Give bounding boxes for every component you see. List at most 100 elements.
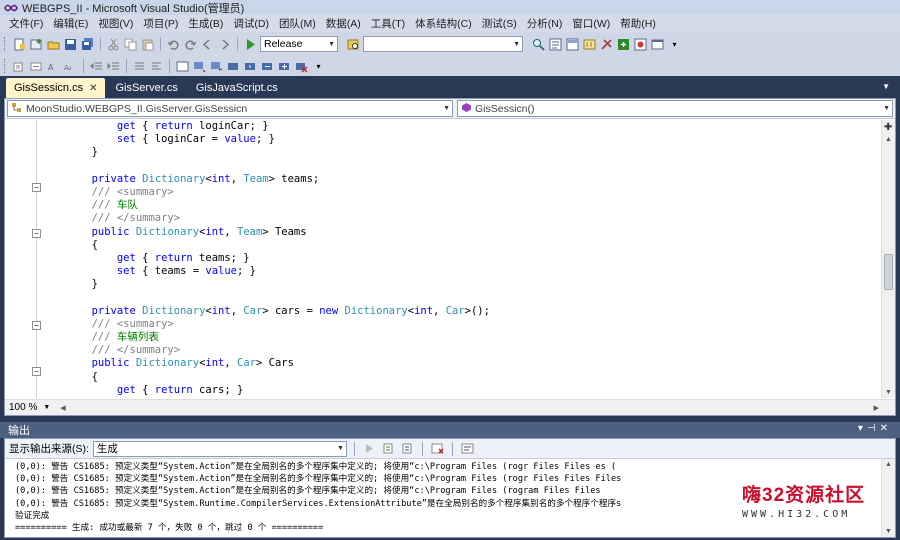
save-icon[interactable] xyxy=(63,37,78,52)
find-in-files-icon[interactable] xyxy=(346,37,361,52)
find-combo[interactable]: ▼ xyxy=(363,36,523,52)
comment-out-lines-icon[interactable] xyxy=(132,59,147,74)
document-tab[interactable]: GisSessicn.cs ✕ xyxy=(6,78,106,98)
toolbar-overflow-icon[interactable]: ▾ xyxy=(667,37,682,52)
previous-bookmark-in-folder-icon[interactable] xyxy=(226,59,241,74)
clear-all-icon[interactable] xyxy=(430,441,445,456)
menu-item[interactable]: 项目(P) xyxy=(138,16,183,31)
solution-explorer-icon[interactable] xyxy=(548,37,563,52)
active-files-dropdown-icon[interactable]: ▼ xyxy=(882,82,890,91)
menu-item[interactable]: 测试(S) xyxy=(477,16,522,31)
document-tab[interactable]: GisServer.cs xyxy=(107,78,185,98)
previous-bookmark-icon[interactable] xyxy=(192,59,207,74)
extension-manager-icon[interactable] xyxy=(633,37,648,52)
toggle-word-wrap-icon[interactable] xyxy=(460,441,475,456)
code-token: value xyxy=(205,265,237,278)
menu-item[interactable]: 编辑(E) xyxy=(48,16,93,31)
scroll-thumb[interactable] xyxy=(884,254,893,290)
uncomment-lines-icon[interactable] xyxy=(149,59,164,74)
types-dropdown[interactable]: MoonStudio.WEBGPS_II.GisServer.GisSessic… xyxy=(7,100,453,117)
scroll-up-icon[interactable]: ▲ xyxy=(885,136,892,143)
menu-item[interactable]: 调试(D) xyxy=(228,16,274,31)
toolbar-overflow-icon[interactable]: ▾ xyxy=(311,59,326,74)
code-token: Dictionary xyxy=(135,225,200,238)
chevron-down-icon: ▼ xyxy=(328,40,335,48)
close-icon[interactable]: ✕ xyxy=(880,423,892,434)
next-bookmark-in-document-icon[interactable] xyxy=(277,59,292,74)
new-project-icon[interactable] xyxy=(12,37,27,52)
solution-configuration-dropdown[interactable]: Release ▼ xyxy=(260,36,338,52)
toolbox-icon[interactable] xyxy=(599,37,614,52)
splitter-icon[interactable]: ✚ xyxy=(884,122,892,133)
add-item-icon[interactable] xyxy=(29,37,44,52)
collapse-toggle[interactable]: − xyxy=(32,321,41,330)
document-tab[interactable]: GisJavaScript.cs xyxy=(188,78,286,98)
scroll-left-icon[interactable]: ◀ xyxy=(60,404,65,412)
toolbar-grip[interactable] xyxy=(4,37,8,51)
display-parameter-info-icon[interactable] xyxy=(29,59,44,74)
find-message-in-code-icon[interactable] xyxy=(362,441,377,456)
menu-item[interactable]: 分析(N) xyxy=(522,16,568,31)
members-dropdown[interactable]: GisSessicn() ▼ xyxy=(457,100,893,117)
close-icon[interactable]: ✕ xyxy=(89,83,97,94)
code-text-area[interactable]: − − − − get { return loginCar; } set { l… xyxy=(5,120,881,398)
display-quick-info-icon[interactable]: A xyxy=(46,59,61,74)
display-object-member-list-icon[interactable] xyxy=(12,59,27,74)
menu-item[interactable]: 视图(V) xyxy=(93,16,138,31)
menu-item[interactable]: 数据(A) xyxy=(321,16,366,31)
scroll-down-icon[interactable]: ▼ xyxy=(885,389,892,396)
object-browser-icon[interactable] xyxy=(582,37,597,52)
toolbar-grip[interactable] xyxy=(4,59,8,73)
previous-bookmark-in-document-icon[interactable] xyxy=(260,59,275,74)
undo-icon[interactable] xyxy=(166,37,181,52)
copy-icon[interactable] xyxy=(123,37,138,52)
menu-item[interactable]: 窗口(W) xyxy=(567,16,615,31)
clear-bookmarks-icon[interactable] xyxy=(294,59,309,74)
auto-hide-pin-icon[interactable]: ⊣ xyxy=(867,423,880,434)
go-to-previous-message-icon[interactable] xyxy=(381,441,396,456)
code-editor[interactable]: MoonStudio.WEBGPS_II.GisServer.GisSessic… xyxy=(4,98,896,416)
menu-item[interactable]: 帮助(H) xyxy=(615,16,661,31)
output-source-dropdown[interactable]: 生成 ▼ xyxy=(92,440,347,457)
redo-icon[interactable] xyxy=(183,37,198,52)
collapse-toggle[interactable]: − xyxy=(32,229,41,238)
start-debugging-icon[interactable] xyxy=(243,37,258,52)
menu-item[interactable]: 文件(F) xyxy=(4,16,48,31)
start-page-icon[interactable] xyxy=(616,37,631,52)
editor-vertical-scrollbar[interactable]: ✚ ▲ ▼ xyxy=(881,120,895,398)
increase-indent-icon[interactable] xyxy=(106,59,121,74)
save-all-icon[interactable] xyxy=(80,37,95,52)
scroll-down-icon[interactable]: ▼ xyxy=(885,528,892,535)
next-bookmark-in-folder-icon[interactable] xyxy=(243,59,258,74)
collapse-toggle[interactable]: − xyxy=(32,183,41,192)
scroll-right-icon[interactable]: ▶ xyxy=(874,404,879,412)
properties-window-icon[interactable] xyxy=(565,37,580,52)
menu-item[interactable]: 生成(B) xyxy=(183,16,228,31)
code-token: > Teams xyxy=(262,225,307,238)
navigate-forward-icon[interactable] xyxy=(217,37,232,52)
paste-icon[interactable] xyxy=(140,37,155,52)
command-window-icon[interactable] xyxy=(650,37,665,52)
toggle-bookmark-icon[interactable] xyxy=(175,59,190,74)
menu-item[interactable]: 体系结构(C) xyxy=(410,16,477,31)
decrease-indent-icon[interactable] xyxy=(89,59,104,74)
scroll-up-icon[interactable]: ▲ xyxy=(885,461,892,468)
next-bookmark-icon[interactable] xyxy=(209,59,224,74)
navigate-backward-icon[interactable] xyxy=(200,37,215,52)
open-file-icon[interactable] xyxy=(46,37,61,52)
zoom-level[interactable]: 100 % xyxy=(9,402,37,413)
find-icon[interactable] xyxy=(531,37,546,52)
window-position-dropdown-icon[interactable]: ▾ xyxy=(858,423,867,434)
collapse-toggle[interactable]: − xyxy=(32,367,41,376)
go-to-next-message-icon[interactable] xyxy=(400,441,415,456)
menu-item[interactable]: 工具(T) xyxy=(366,16,410,31)
toolbar-separator xyxy=(421,441,423,456)
cut-icon[interactable] xyxy=(106,37,121,52)
standard-toolbar: Release ▼ ▼ ▾ xyxy=(0,32,900,56)
display-word-completion-icon[interactable]: A₂ xyxy=(63,59,78,74)
code-token: /// </summary> xyxy=(91,212,181,225)
chevron-down-icon[interactable]: ▼ xyxy=(43,404,50,411)
code-token: private xyxy=(91,172,136,185)
menu-item[interactable]: 团队(M) xyxy=(274,16,321,31)
